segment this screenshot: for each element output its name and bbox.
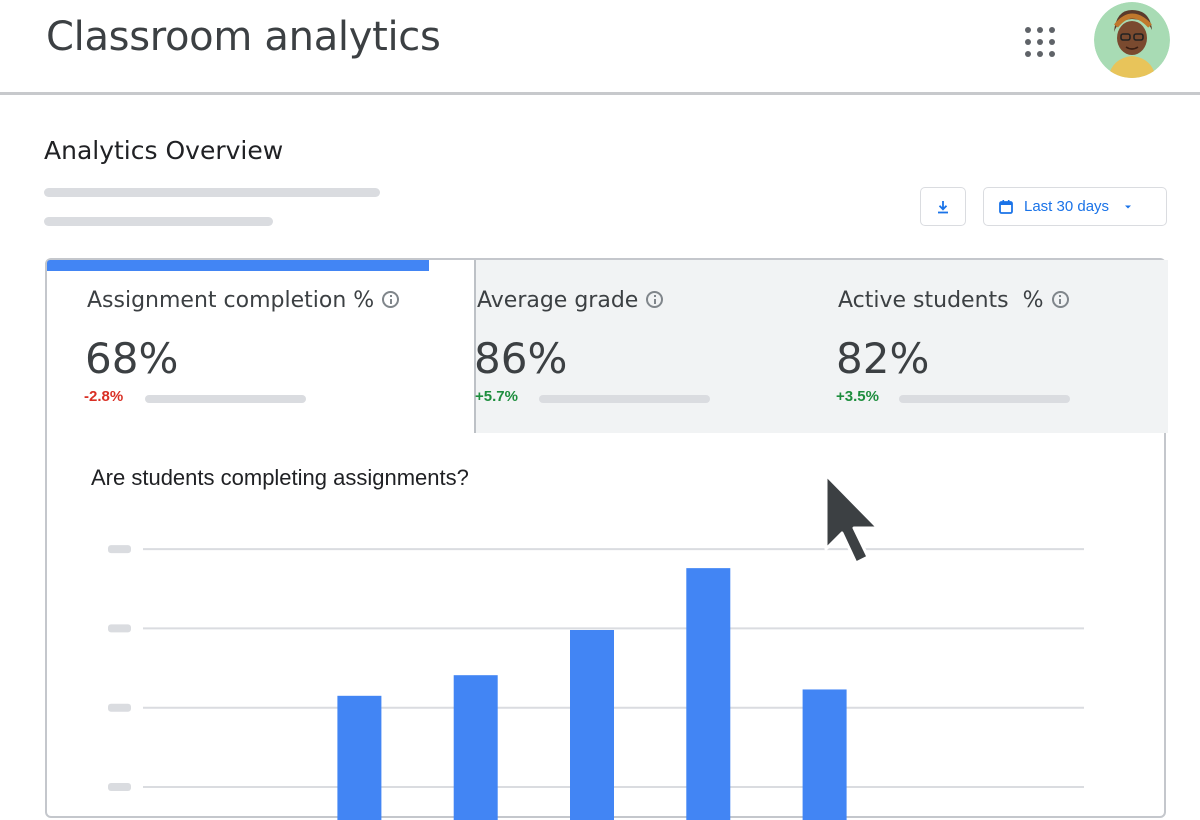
top-app-bar: Classroom analytics xyxy=(0,0,1200,95)
chart-bar[interactable] xyxy=(453,675,498,820)
y-tick-placeholder xyxy=(108,703,131,712)
placeholder-line xyxy=(44,217,273,226)
chart-bar[interactable] xyxy=(802,689,847,820)
avatar[interactable] xyxy=(1094,2,1170,78)
app-title: Classroom analytics xyxy=(46,14,441,60)
user-avatar-icon xyxy=(1094,2,1170,78)
placeholder-line xyxy=(44,188,380,197)
page-title: Analytics Overview xyxy=(44,136,284,165)
y-tick-placeholder xyxy=(108,545,131,554)
chart-bar[interactable] xyxy=(337,695,382,820)
download-icon xyxy=(938,200,948,213)
chart-bar[interactable] xyxy=(570,629,614,820)
download-button[interactable] xyxy=(920,187,966,226)
metrics-card: Assignment completion % 68% -2.8% Averag… xyxy=(45,258,1168,820)
date-range-label: Last 30 days xyxy=(1024,198,1110,215)
caret-down-icon xyxy=(1125,205,1132,208)
y-tick-placeholder xyxy=(108,624,131,633)
chart-bar[interactable] xyxy=(686,568,731,820)
bar-chart xyxy=(108,545,1084,820)
y-tick-placeholder xyxy=(108,783,131,791)
calendar-icon xyxy=(999,199,1013,214)
mouse-cursor-icon xyxy=(824,473,880,565)
date-range-dropdown[interactable]: Last 30 days xyxy=(983,187,1167,226)
apps-grid-icon[interactable] xyxy=(1020,22,1070,72)
